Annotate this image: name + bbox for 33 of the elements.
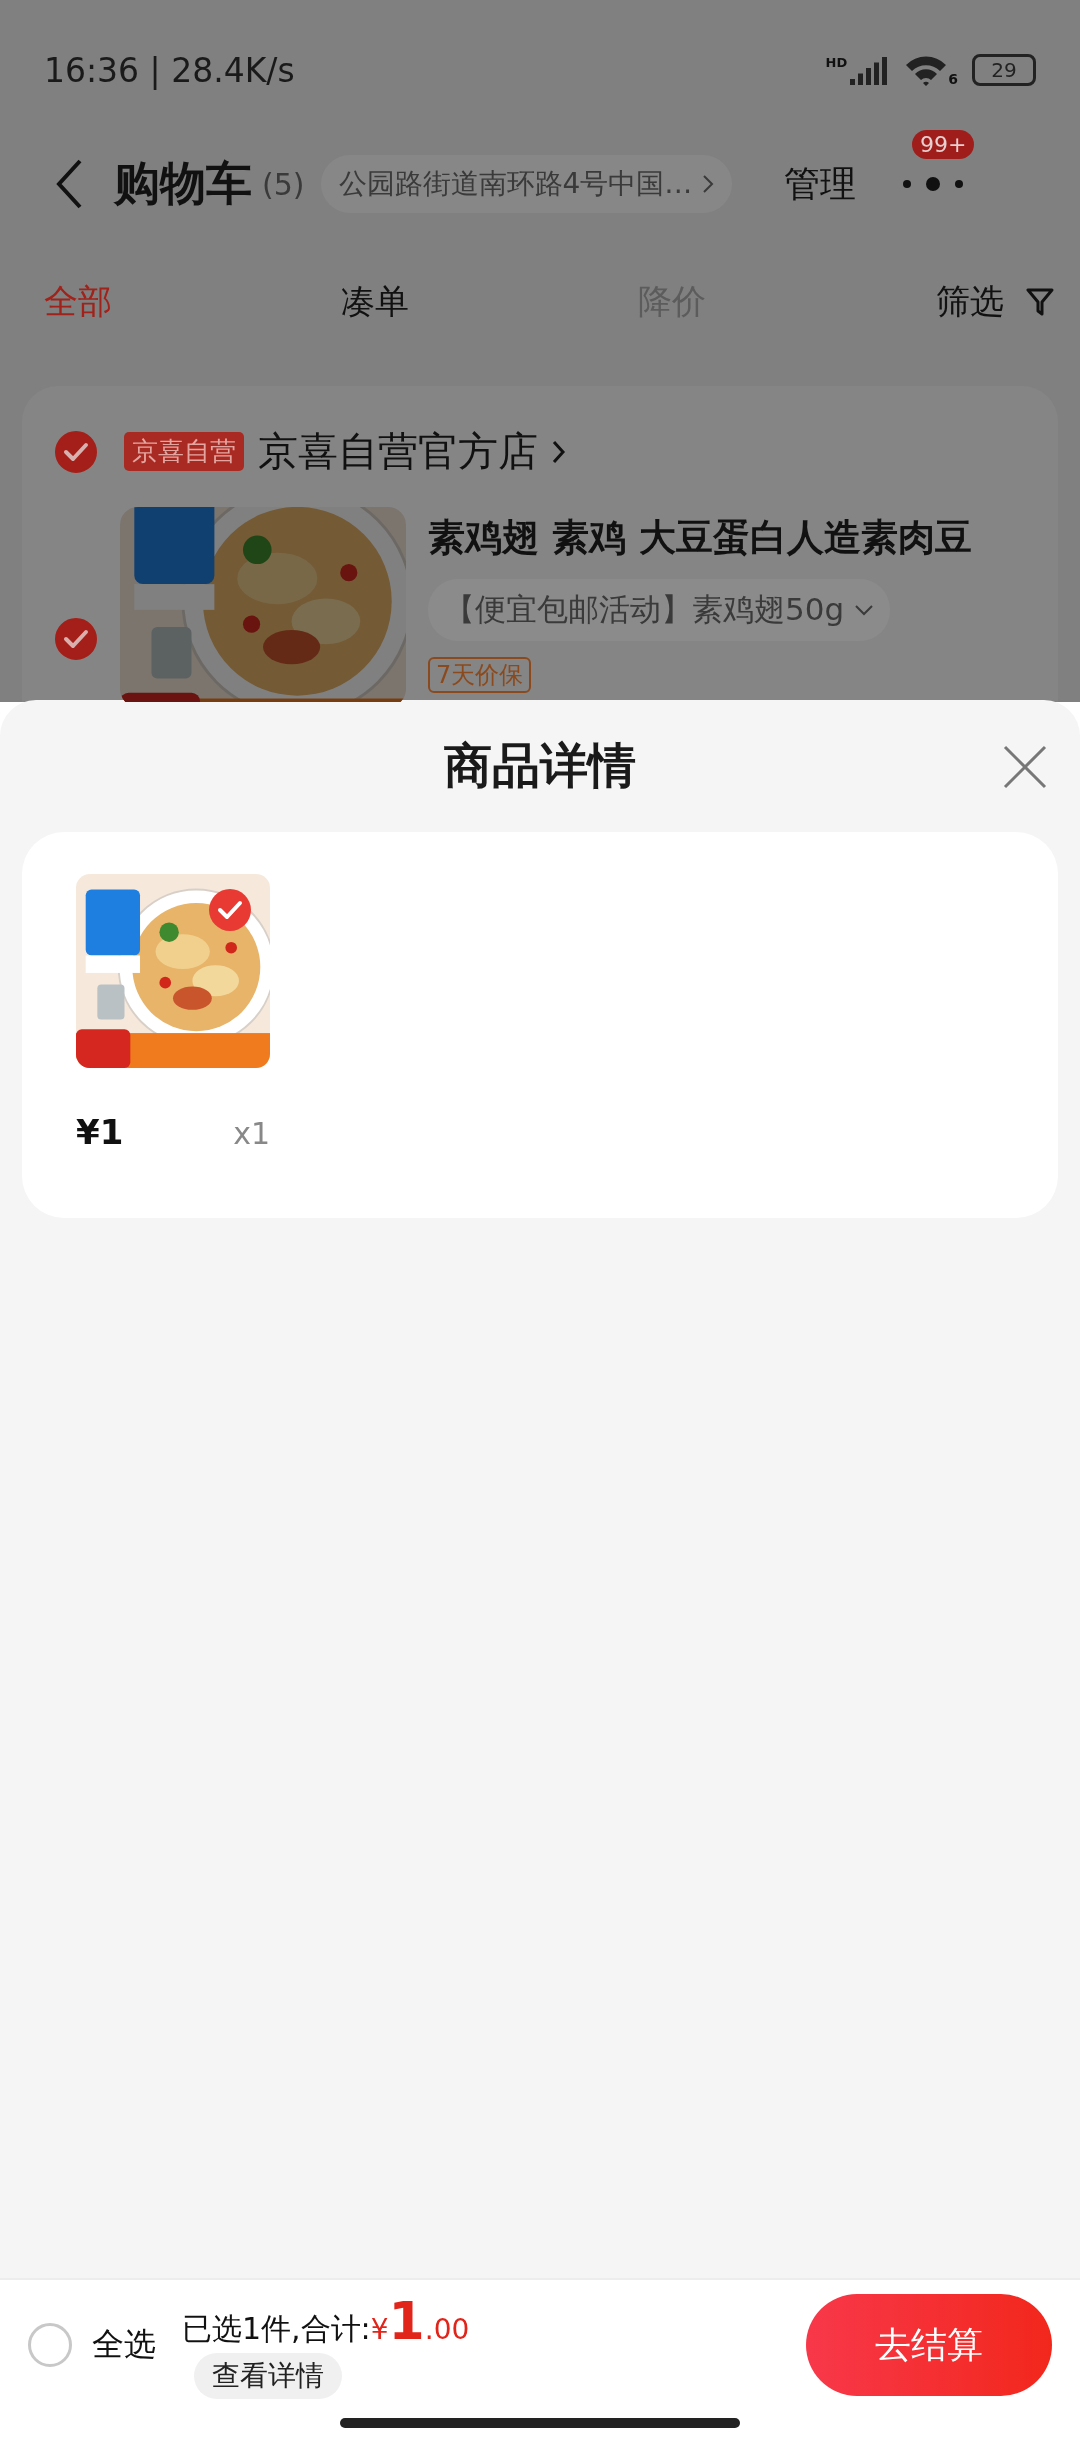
price-protection-tag: 7天价保	[428, 657, 532, 693]
address-selector[interactable]: 公园路街道南环路4号中国…	[320, 155, 733, 213]
item-count: (5)	[262, 166, 305, 202]
product-quantity: x1	[233, 1116, 270, 1151]
chevron-icon	[702, 174, 715, 194]
check-icon[interactable]	[54, 617, 98, 661]
back-icon[interactable]	[54, 158, 84, 210]
close-icon[interactable]	[1002, 744, 1048, 790]
message-badge: 99+	[911, 130, 975, 159]
store-tag: 京喜自营	[124, 432, 244, 471]
page-title: 购物车	[114, 155, 252, 212]
spec-selector[interactable]: 【便宜包邮活动】素鸡翅50g	[428, 579, 891, 641]
filter-icon	[1026, 287, 1054, 317]
more-icon[interactable]	[902, 177, 965, 191]
select-all-radio[interactable]	[28, 2323, 72, 2367]
caret-icon	[854, 604, 875, 616]
battery-indicator: 29	[972, 54, 1036, 86]
store-name[interactable]: 京喜自营官方店	[258, 424, 538, 479]
checkout-button[interactable]: 去结算	[806, 2294, 1052, 2396]
chevron-icon[interactable]	[552, 439, 566, 464]
filter-button[interactable]: 筛选	[936, 279, 1054, 325]
product-title: 素鸡翅 素鸡 大豆蛋白人造素肉豆	[428, 515, 972, 561]
total-summary: 已选1件,合计:¥1.00	[182, 2291, 470, 2351]
network-label: HD	[825, 55, 848, 70]
product-price: ¥1	[76, 1112, 124, 1152]
filter-tab[interactable]: 凑单	[341, 279, 638, 325]
wifi-label: 6	[948, 71, 958, 87]
status-time: 16:36 | 28.4K/s	[44, 50, 295, 90]
sheet-title: 商品详情	[444, 736, 636, 795]
details-button[interactable]: 查看详情	[194, 2353, 342, 2399]
select-all-label: 全选	[92, 2324, 156, 2365]
manage-button[interactable]: 管理	[784, 159, 857, 209]
check-icon[interactable]	[54, 429, 98, 474]
